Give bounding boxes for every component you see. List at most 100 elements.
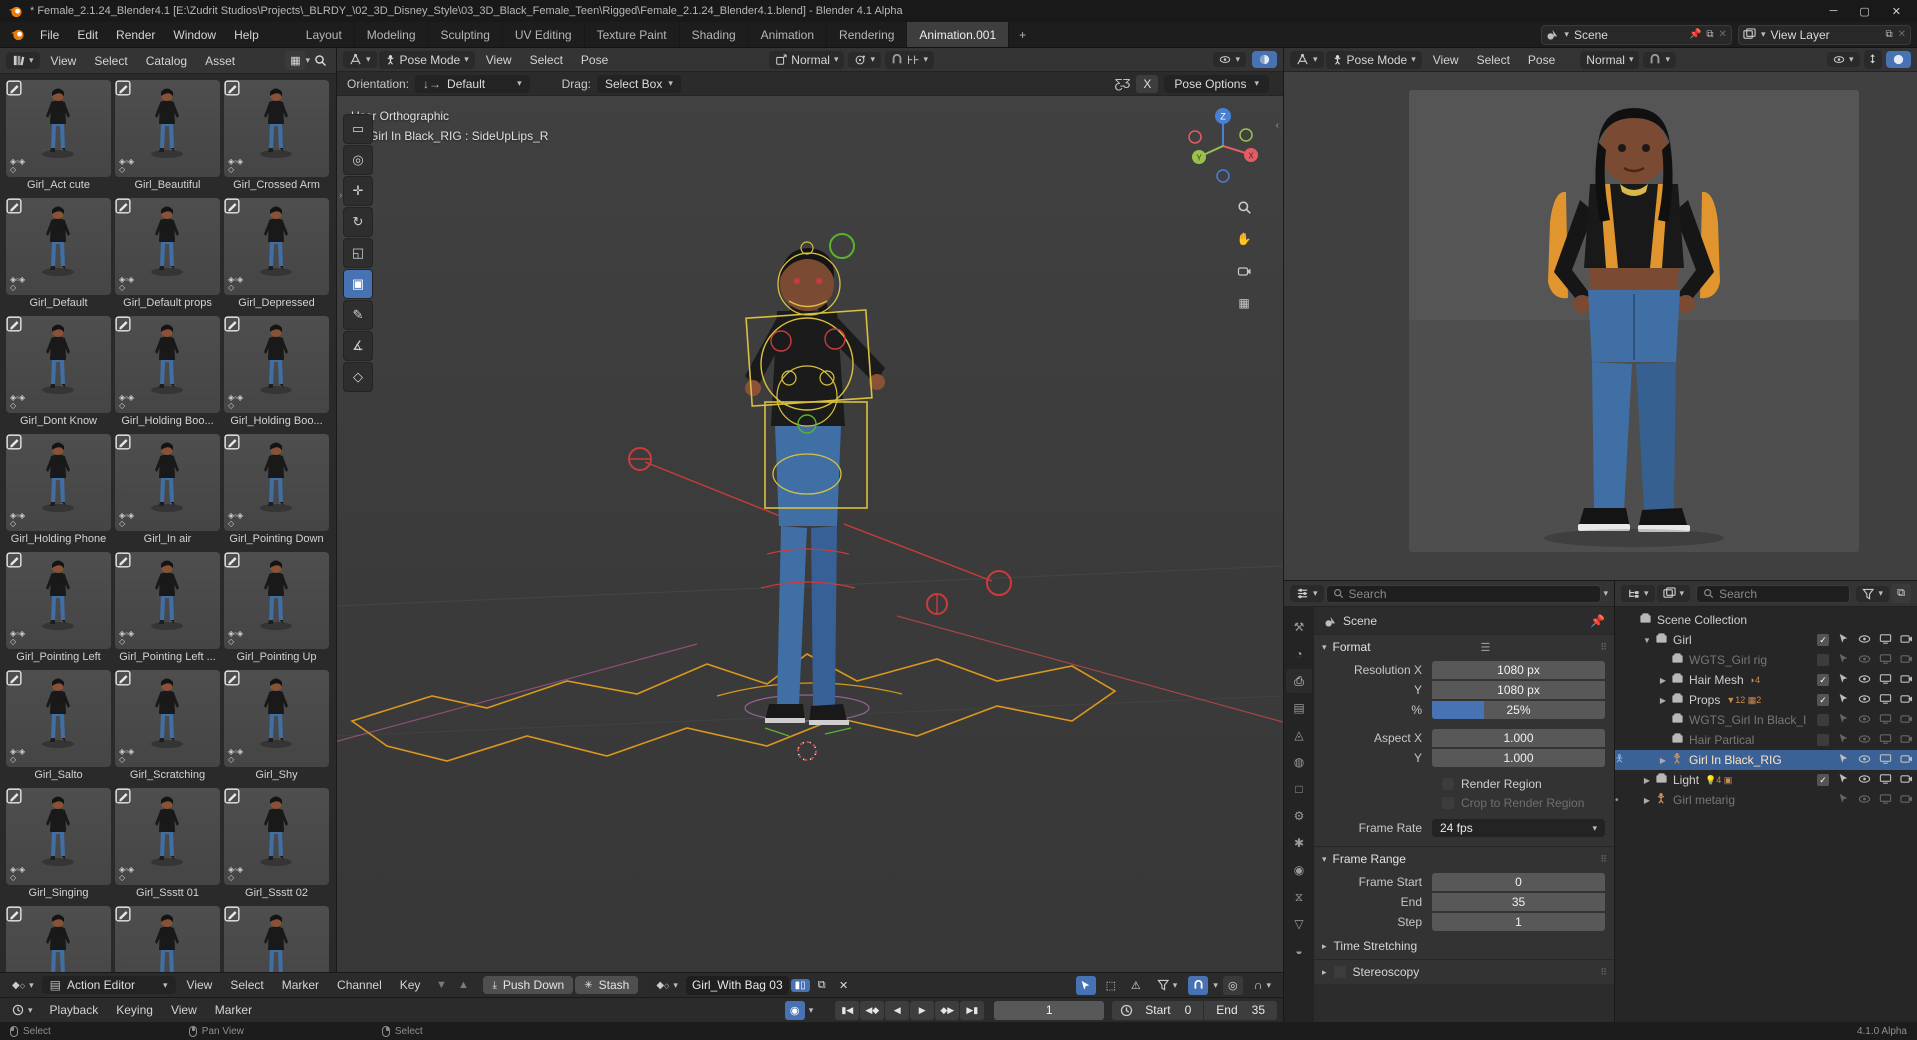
collection-checkbox[interactable]: ✓ — [1817, 654, 1829, 666]
disable-render-icon[interactable] — [1899, 633, 1913, 648]
hide-icon[interactable] — [1857, 754, 1871, 767]
editor-type-dope-sheet[interactable]: ◆◇ ▾ — [6, 978, 40, 993]
workspace-tab-shading[interactable]: Shading — [680, 22, 749, 47]
expand-icon[interactable]: ▶ — [1657, 756, 1669, 765]
edit-asset-icon[interactable] — [224, 906, 240, 922]
move-tool-icon[interactable]: ✛ — [343, 176, 373, 206]
expand-icon[interactable]: ▶ — [1641, 776, 1653, 785]
asset-menu-select[interactable]: Select — [85, 51, 136, 71]
frame-start-field[interactable]: 0 — [1432, 873, 1605, 891]
outliner-display-mode[interactable]: ▾ — [1657, 585, 1691, 602]
tab-render[interactable]: ◔ — [1286, 642, 1312, 666]
blender-icon[interactable] — [10, 27, 25, 42]
viewport-menu-select[interactable]: Select — [521, 50, 572, 70]
editor-type-outliner[interactable]: ▾ — [1621, 585, 1655, 602]
viewport2-menu-pose[interactable]: Pose — [1519, 50, 1564, 70]
asset-panel-toggle-icon[interactable]: › — [339, 190, 342, 201]
search-icon[interactable] — [310, 51, 330, 70]
outliner-item-girl-metarig[interactable]: •▶Girl metarig — [1615, 790, 1917, 810]
dope-menu-view[interactable]: View — [178, 975, 222, 995]
asset-card[interactable]: ◈▫◈◇Girl_Act cute — [6, 80, 111, 194]
pin-icon[interactable]: 📌 — [1590, 614, 1605, 628]
tab-scene[interactable]: ◬ — [1286, 723, 1312, 747]
viewport2-menu-select[interactable]: Select — [1468, 50, 1519, 70]
delete-view-layer-icon[interactable]: ✕ — [1898, 29, 1906, 40]
asset-card[interactable]: ◈▫◈◇Girl_Shy — [224, 670, 329, 784]
edit-asset-icon[interactable] — [115, 788, 131, 804]
outliner-item-hair-mesh[interactable]: ▶Hair Mesh◗4✓ — [1615, 670, 1917, 690]
resolution-scale-slider[interactable]: 25% — [1432, 701, 1605, 719]
tab-constraints[interactable]: ⧖ — [1286, 885, 1312, 909]
collection-checkbox[interactable]: ✓ — [1817, 674, 1829, 686]
only-errors-icon[interactable]: ⚠ — [1126, 976, 1146, 995]
asset-card[interactable]: ◈▫◈◇Girl_Pointing Down — [224, 434, 329, 548]
push-down-button[interactable]: ⤓ Push Down — [483, 976, 573, 994]
selectable-icon[interactable] — [1836, 753, 1850, 767]
asset-thumbnail[interactable]: ◈▫◈◇ — [224, 552, 329, 649]
workspace-tab-texture-paint[interactable]: Texture Paint — [585, 22, 680, 47]
selectable-icon[interactable] — [1836, 793, 1850, 807]
show-gizmo-toggle[interactable]: ▾ — [1213, 52, 1246, 67]
presets-icon[interactable]: ☰ — [1481, 641, 1491, 654]
jump-to-end-button[interactable]: ▶▮ — [960, 1001, 984, 1020]
disable-render-icon[interactable] — [1899, 793, 1913, 808]
new-collection-button[interactable]: ⧉ — [1891, 584, 1911, 603]
orientation-default-dropdown[interactable]: ↓→ Default ▾ — [415, 75, 530, 93]
selectable-icon[interactable] — [1836, 673, 1850, 687]
select-tool-icon[interactable] — [1076, 976, 1096, 995]
previous-keyframe-button[interactable]: ◀◆ — [860, 1001, 884, 1020]
disable-render-icon[interactable] — [1899, 673, 1913, 688]
play-button[interactable]: ▶ — [910, 1001, 934, 1020]
move-view-icon[interactable]: ✋ — [1233, 228, 1255, 250]
asset-card[interactable]: ◈▫◈◇Girl_Depressed — [224, 198, 329, 312]
shading-rendered-toggle[interactable] — [1886, 51, 1911, 68]
display-mode-grid-icon[interactable]: ▦ — [285, 51, 305, 70]
edit-asset-icon[interactable] — [6, 316, 22, 332]
disable-viewport-icon[interactable] — [1878, 773, 1892, 788]
render-preview-canvas[interactable] — [1284, 72, 1917, 580]
move-down-icon[interactable]: ▼ — [431, 976, 451, 995]
auto-keying-toggle[interactable]: ◉ — [785, 1001, 805, 1020]
edit-asset-icon[interactable] — [6, 906, 22, 922]
view-layer-selector[interactable]: ▾ View Layer ⧉ ✕ — [1738, 25, 1911, 45]
editor-type-3d-viewport[interactable]: ▾ — [1290, 51, 1324, 68]
mode-selector[interactable]: Pose Mode ▾ — [379, 51, 475, 69]
edit-asset-icon[interactable] — [115, 80, 131, 96]
tab-tool[interactable]: ⚒ — [1286, 615, 1312, 639]
proportional-edit-icon[interactable]: ◎ — [1223, 976, 1243, 995]
collection-checkbox[interactable]: ✓ — [1817, 734, 1829, 746]
snap-icon[interactable] — [1188, 976, 1208, 995]
asset-card[interactable]: ◈▫◈◇Girl_Ssstt 01 — [115, 788, 220, 902]
mode-selector[interactable]: Pose Mode ▾ — [1326, 51, 1422, 69]
disable-viewport-icon[interactable] — [1878, 733, 1892, 748]
measure-tool-icon[interactable]: ∡ — [343, 331, 373, 361]
edit-asset-icon[interactable] — [6, 788, 22, 804]
properties-search-input[interactable]: Search — [1326, 585, 1602, 603]
tab-world[interactable]: ◍ — [1286, 750, 1312, 774]
selectable-icon[interactable] — [1836, 633, 1850, 647]
collection-checkbox[interactable]: ✓ — [1817, 714, 1829, 726]
edit-asset-icon[interactable] — [6, 198, 22, 214]
asset-card[interactable]: ◈▫◈◇Girl_Ssstt 02 — [224, 788, 329, 902]
new-scene-icon[interactable]: ⧉ — [1706, 29, 1713, 40]
edit-asset-icon[interactable] — [115, 434, 131, 450]
start-frame-field[interactable]: Start0 — [1133, 1003, 1203, 1017]
snap-toggle[interactable]: ⊦⊦▾ — [885, 51, 934, 69]
disable-viewport-icon[interactable] — [1878, 693, 1892, 708]
select-box-tool-icon[interactable]: ▭ — [343, 114, 373, 144]
delete-scene-icon[interactable]: ✕ — [1719, 29, 1727, 40]
outliner-search-input[interactable]: Search — [1696, 585, 1850, 603]
disable-render-icon[interactable] — [1899, 653, 1913, 668]
falloff-dropdown[interactable]: ∩▾ — [1248, 976, 1277, 994]
outliner-filter[interactable]: ▾ — [1856, 586, 1889, 602]
asset-menu-catalog[interactable]: Catalog — [137, 51, 196, 71]
asset-thumbnail[interactable]: ◈▫◈◇ — [115, 788, 220, 885]
collection-checkbox[interactable]: ✓ — [1817, 694, 1829, 706]
edit-asset-icon[interactable] — [224, 316, 240, 332]
outliner-item-wgts-girl-in-black-i[interactable]: WGTS_Girl In Black_I✓ — [1615, 710, 1917, 730]
asset-card[interactable]: ◈▫◈◇Girl_Singing — [6, 788, 111, 902]
minimize-button[interactable]: ─ — [1830, 5, 1838, 18]
asset-thumbnail[interactable]: ◈▫◈◇ — [224, 316, 329, 413]
tab-particles[interactable]: ✱ — [1286, 831, 1312, 855]
hide-icon[interactable] — [1857, 734, 1871, 747]
